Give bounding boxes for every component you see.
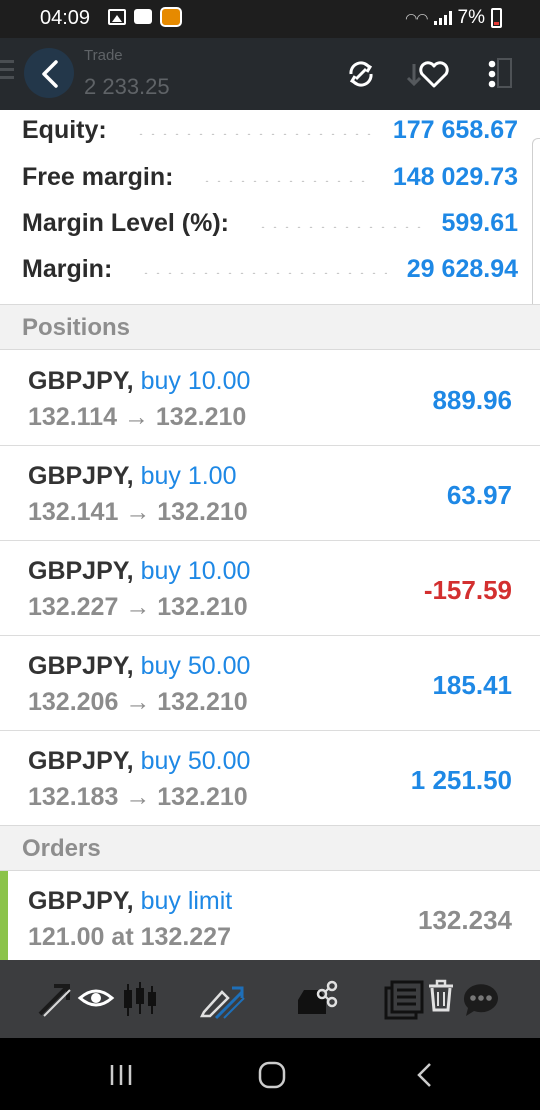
position-row[interactable]: GBPJPY, buy 10.00 132.114 → 132.210 889.…: [0, 351, 540, 446]
arrow-right-icon: →: [125, 783, 151, 811]
current-price: 132.210: [157, 498, 248, 526]
position-type: buy 50.00: [140, 652, 251, 680]
dot-leader: [201, 180, 373, 182]
summary-margin-level: Margin Level (%): 599.61: [22, 200, 518, 246]
summary-label: Equity:: [22, 115, 107, 144]
more-vert-icon[interactable]: [476, 56, 512, 92]
summary-equity: Equity: 177 658.67: [22, 110, 518, 153]
order-at: at: [111, 923, 134, 951]
message-notification-icon: [134, 9, 152, 24]
current-price: 132.210: [155, 403, 247, 431]
gallery-notification-icon: [108, 9, 126, 25]
summary-free-margin: Free margin: 148 029.73: [22, 154, 518, 200]
system-nav-bar: [0, 1038, 540, 1110]
eye-icon[interactable]: [74, 978, 118, 1022]
status-right: ◠◠ 7%: [405, 7, 502, 29]
position-profit: -157.59: [423, 575, 512, 605]
arrow-right-icon: →: [125, 498, 151, 526]
position-symbol: GBPJPY,: [28, 462, 134, 490]
summary-label: Free margin:: [22, 162, 174, 191]
selected-accent: [0, 871, 8, 960]
toolbar: Trade 2 233.25: [0, 38, 540, 110]
open-price: 132.141: [28, 498, 119, 526]
toolbar-balance: 2 233.25: [84, 74, 170, 99]
position-type: buy 10.00: [140, 367, 251, 395]
position-symbol: GBPJPY,: [28, 367, 134, 395]
position-symbol: GBPJPY,: [28, 747, 134, 775]
position-row[interactable]: GBPJPY, buy 1.00 132.141 → 132.210 63.97: [0, 446, 540, 541]
battery-percent: 7%: [457, 7, 485, 28]
order-row[interactable]: GBPJPY, buy limit 121.00 at 132.227 132.…: [0, 871, 540, 960]
open-price: 132.183: [28, 783, 119, 811]
status-time: 04:09: [40, 7, 91, 29]
dot-leader: [256, 226, 422, 228]
position-profit: 63.97: [446, 480, 512, 510]
status-bar: 04:09 ◠◠ 7%: [0, 0, 540, 38]
dot-leader: [140, 272, 387, 274]
modify-icon[interactable]: [32, 978, 76, 1022]
arrow-right-icon: →: [123, 403, 149, 431]
trash-icon[interactable]: [426, 978, 456, 1022]
menu-icon: [0, 60, 14, 84]
positions-header: Positions: [0, 304, 540, 350]
summary-label: Margin Level (%):: [22, 208, 229, 237]
section-title: Orders: [22, 835, 101, 862]
sync-icon[interactable]: [343, 56, 379, 92]
chat-icon[interactable]: [460, 978, 504, 1022]
order-current-price: 132.234: [418, 905, 512, 935]
section-title: Positions: [22, 314, 131, 341]
action-bar: [0, 960, 540, 1038]
home-icon[interactable]: [257, 1060, 287, 1090]
position-type: buy 10.00: [140, 557, 251, 585]
position-profit: 185.41: [432, 670, 512, 700]
position-row[interactable]: GBPJPY, buy 50.00 132.206 → 132.210 185.…: [0, 636, 540, 731]
position-profit: 889.96: [432, 385, 512, 415]
battery-icon: [491, 8, 502, 28]
summary-label: Margin:: [22, 254, 113, 283]
summary-value: 177 658.67: [392, 115, 518, 144]
heart-icon[interactable]: [416, 56, 452, 92]
summary-margin: Margin: 29 628.94: [22, 246, 518, 292]
trade-sheet[interactable]: Equity: 177 658.67 Free margin: 148 029.…: [0, 110, 540, 960]
summary-value: 148 029.73: [392, 162, 518, 191]
position-symbol: GBPJPY,: [28, 652, 134, 680]
open-price: 132.227: [28, 593, 119, 621]
open-price: 132.114: [28, 403, 117, 431]
order-type: buy limit: [140, 887, 233, 915]
position-profit: 1 251.50: [410, 765, 512, 795]
toolbar-title: Trade: [84, 47, 123, 64]
wifi-icon: ◠◠: [405, 9, 428, 26]
order-volume: 121.00: [28, 923, 105, 951]
back-icon[interactable]: [410, 1060, 440, 1090]
back-arrow-icon[interactable]: [30, 54, 70, 94]
arrow-right-icon: →: [125, 688, 151, 716]
position-symbol: GBPJPY,: [28, 557, 134, 585]
position-type: buy 1.00: [140, 462, 237, 490]
signal-icon: [433, 11, 452, 25]
order-price: 132.227: [140, 923, 231, 951]
current-price: 132.210: [157, 688, 248, 716]
current-price: 132.210: [157, 593, 248, 621]
order-symbol: GBPJPY,: [28, 887, 134, 915]
pencil-icon[interactable]: [198, 978, 248, 1022]
position-type: buy 50.00: [140, 747, 251, 775]
open-price: 132.206: [28, 688, 119, 716]
report-icon[interactable]: [380, 978, 424, 1022]
tray-share-icon[interactable]: [294, 978, 344, 1022]
summary-value: 599.61: [441, 208, 518, 237]
arrow-right-icon: →: [125, 593, 151, 621]
position-row[interactable]: GBPJPY, buy 10.00 132.227 → 132.210 -157…: [0, 541, 540, 636]
dot-leader: [134, 133, 373, 135]
summary-value: 29 628.94: [406, 254, 518, 283]
current-price: 132.210: [157, 783, 248, 811]
notification-icons: [108, 7, 182, 27]
recents-icon[interactable]: [106, 1060, 136, 1090]
app-notification-icon: [160, 7, 182, 27]
orders-header: Orders: [0, 825, 540, 871]
position-row[interactable]: GBPJPY, buy 50.00 132.183 → 132.210 1 25…: [0, 731, 540, 826]
candlestick-icon[interactable]: [118, 978, 162, 1022]
